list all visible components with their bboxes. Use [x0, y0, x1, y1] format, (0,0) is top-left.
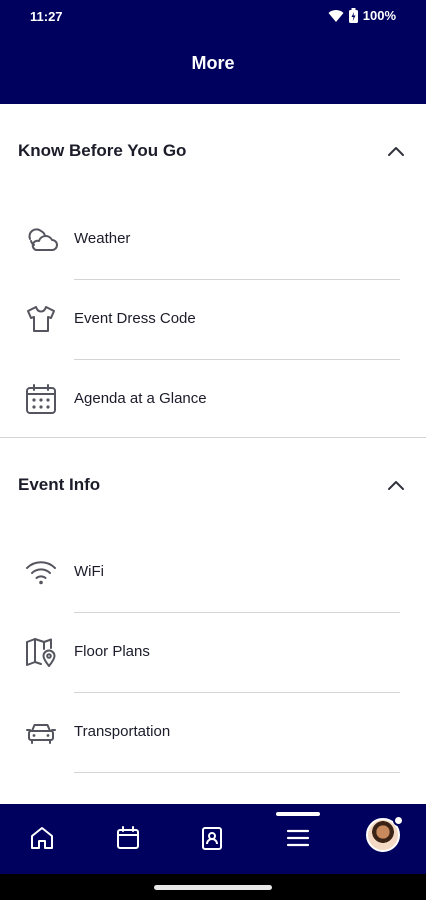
list-item-label: Transportation [74, 723, 171, 740]
nav-more[interactable] [278, 818, 318, 858]
nav-home[interactable] [22, 818, 62, 858]
list-item-label: Weather [74, 230, 131, 247]
car-icon [26, 724, 56, 744]
home-icon [31, 827, 53, 849]
chevron-up-icon[interactable] [386, 476, 406, 496]
nav-profile[interactable] [366, 815, 404, 852]
list-item-label: Floor Plans [74, 643, 150, 660]
notification-dot [393, 815, 404, 826]
menu-icon [286, 829, 310, 847]
section-title: Event Info [18, 475, 101, 494]
page-title: More [191, 53, 235, 73]
battery-icon [348, 8, 358, 23]
list-item-label: Event Dress Code [74, 310, 196, 327]
shirt-icon [27, 306, 55, 332]
calendar-grid-icon [26, 384, 56, 414]
cloud-icon [28, 228, 58, 251]
nav-schedule[interactable] [108, 818, 148, 858]
more-list: Know Before You Go Weather Event Dress C… [0, 104, 426, 804]
section-header[interactable]: Know Before You Go [0, 104, 426, 198]
section-header[interactable]: Event Info [0, 438, 426, 532]
contacts-icon [202, 827, 222, 850]
list-item-transportation[interactable]: Transportation [0, 693, 426, 773]
list-item-weather[interactable]: Weather [0, 200, 426, 280]
wifi-status-icon [328, 9, 344, 22]
badge-icon [24, 795, 58, 804]
list-item-wifi[interactable]: WiFi [0, 533, 426, 613]
wifi-icon [26, 561, 56, 585]
status-bar: 11:27 100% [0, 0, 426, 34]
system-nav-bar [0, 874, 426, 900]
app-header: More [0, 34, 426, 104]
list-item-floor-plans[interactable]: Floor Plans [0, 613, 426, 693]
list-item-label: Agenda at a Glance [74, 390, 207, 407]
status-icons: 100% [328, 8, 396, 23]
battery-percent: 100% [362, 8, 396, 23]
map-pin-icon [26, 638, 56, 667]
list-item-label: WiFi [74, 563, 104, 580]
chevron-up-icon[interactable] [386, 142, 406, 162]
home-indicator[interactable] [154, 885, 272, 890]
status-time: 11:27 [30, 9, 63, 24]
list-item-event-dress-code[interactable]: Event Dress Code [0, 280, 426, 360]
calendar-icon [117, 826, 139, 849]
section-title: Know Before You Go [18, 141, 187, 160]
bottom-nav [0, 804, 426, 874]
nav-contacts[interactable] [192, 818, 232, 858]
active-tab-indicator [276, 812, 320, 816]
list-item-partial[interactable] [0, 773, 426, 804]
list-item-agenda-at-a-glance[interactable]: Agenda at a Glance [0, 360, 426, 440]
